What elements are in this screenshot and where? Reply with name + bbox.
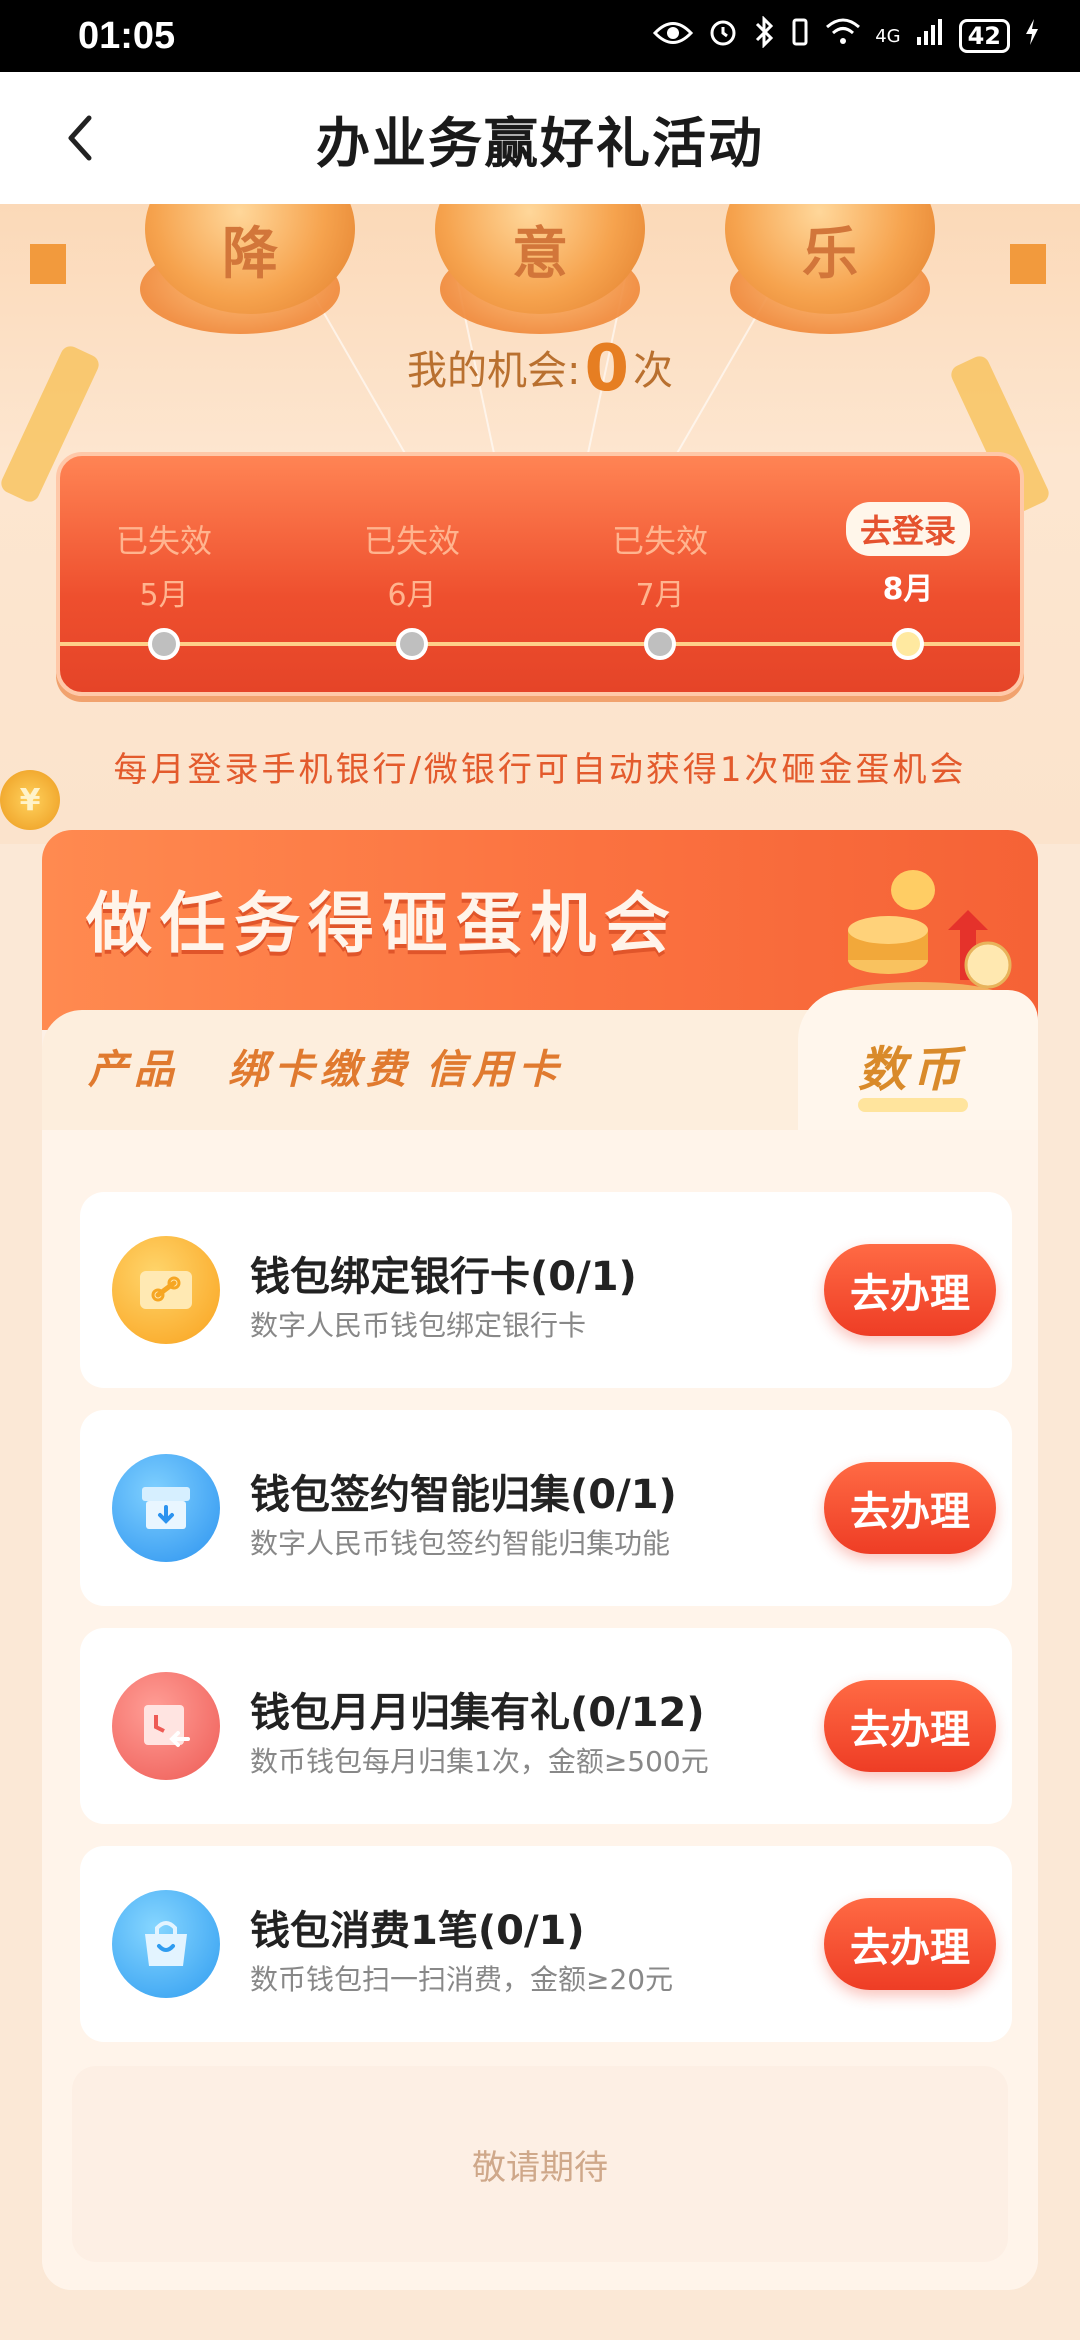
month-label: 8月 bbox=[882, 572, 934, 607]
month-status: 已失效 bbox=[115, 522, 212, 560]
status-time: 01:05 bbox=[78, 14, 176, 57]
month-label: 6月 bbox=[387, 578, 437, 613]
task-title: 钱包绑定银行卡(0/1) bbox=[250, 1254, 637, 1300]
task-desc: 数币钱包每月归集1次，金额≥500元 bbox=[250, 1745, 709, 1778]
cellular-signal-icon bbox=[915, 17, 945, 55]
wifi-icon bbox=[825, 17, 861, 55]
go-handle-button[interactable]: 去办理 bbox=[824, 1898, 996, 1990]
battery-icon: 42 bbox=[958, 19, 1010, 53]
calendar-return-icon bbox=[112, 1672, 220, 1780]
banner-title: 做任务得砸蛋机会 bbox=[86, 885, 678, 962]
month-dot bbox=[644, 628, 676, 660]
tab-products[interactable]: 产品 bbox=[88, 1030, 180, 1110]
month-item-7: 已失效 7月 bbox=[580, 516, 740, 614]
tab-digital-currency[interactable]: 数币 bbox=[858, 1030, 966, 1110]
egg-char: 降 bbox=[222, 221, 278, 287]
month-label: 5月 bbox=[139, 578, 189, 613]
task-title: 钱包月月归集有礼(0/12) bbox=[250, 1690, 705, 1736]
task-panel: 做任务得砸蛋机会 产品 绑卡缴费 信用卡 数币 钱包绑定银行卡(0/1) 数字人… bbox=[42, 830, 1038, 2290]
timeline-line bbox=[60, 642, 1020, 646]
go-handle-button[interactable]: 去办理 bbox=[824, 1680, 996, 1772]
alarm-icon bbox=[707, 16, 739, 56]
task-desc: 数币钱包扫一扫消费，金额≥20元 bbox=[250, 1963, 674, 1996]
month-dot bbox=[148, 628, 180, 660]
egg-char: 意 bbox=[512, 221, 568, 287]
status-bar: 01:05 4G 42 bbox=[0, 0, 1080, 72]
month-label: 7月 bbox=[635, 578, 685, 613]
shopping-bag-icon bbox=[112, 1890, 220, 1998]
my-chances: 我的机会:0 次 bbox=[0, 332, 1080, 406]
coin-symbol: ¥ bbox=[19, 782, 41, 818]
signal-icon: 4G bbox=[875, 25, 901, 47]
monthly-login-timeline: 已失效 5月 已失效 6月 已失效 7月 去登录 8月 bbox=[56, 452, 1024, 696]
inbox-download-icon bbox=[112, 1454, 220, 1562]
card-link-icon bbox=[112, 1236, 220, 1344]
task-item: 钱包月月归集有礼(0/12) 数币钱包每月归集1次，金额≥500元 去办理 bbox=[80, 1628, 1012, 1824]
chevron-left-icon bbox=[68, 115, 92, 161]
go-login-button[interactable]: 去登录 bbox=[845, 502, 970, 556]
chances-label: 我的机会: bbox=[406, 348, 581, 394]
tab-credit-card[interactable]: 信用卡 bbox=[426, 1030, 564, 1110]
task-title: 钱包消费1笔(0/1) bbox=[250, 1908, 585, 1954]
app-header: 办业务赢好礼活动 bbox=[0, 72, 1080, 204]
back-button[interactable] bbox=[50, 108, 110, 168]
flag-decoration bbox=[1010, 244, 1046, 284]
task-item: 钱包签约智能归集(0/1) 数字人民币钱包签约智能归集功能 去办理 bbox=[80, 1410, 1012, 1606]
month-item-6: 已失效 6月 bbox=[332, 516, 492, 614]
flag-decoration bbox=[30, 244, 66, 284]
task-desc: 数字人民币钱包签约智能归集功能 bbox=[250, 1527, 671, 1560]
coin-icon: ¥ bbox=[0, 770, 60, 830]
egg-char: 乐 bbox=[802, 221, 858, 287]
status-icons: 4G 42 bbox=[653, 15, 1040, 56]
eye-icon bbox=[653, 19, 694, 54]
task-desc: 数字人民币钱包绑定银行卡 bbox=[250, 1309, 587, 1342]
go-handle-button[interactable]: 去办理 bbox=[824, 1244, 996, 1336]
page-title: 办业务赢好礼活动 bbox=[316, 111, 764, 175]
month-status: 已失效 bbox=[611, 522, 708, 560]
task-title: 钱包签约智能归集(0/1) bbox=[250, 1472, 677, 1518]
login-rule-note: 每月登录手机银行/微银行可自动获得1次砸金蛋机会 bbox=[113, 750, 967, 790]
task-item: 钱包消费1笔(0/1) 数币钱包扫一扫消费，金额≥20元 去办理 bbox=[80, 1846, 1012, 2042]
tab-bind-card-payment[interactable]: 绑卡缴费 bbox=[228, 1030, 412, 1110]
task-item: 钱包绑定银行卡(0/1) 数字人民币钱包绑定银行卡 去办理 bbox=[80, 1192, 1012, 1388]
month-status: 已失效 bbox=[363, 522, 460, 560]
go-handle-button[interactable]: 去办理 bbox=[824, 1462, 996, 1554]
chances-count: 0 bbox=[584, 332, 629, 406]
chances-unit: 次 bbox=[633, 348, 673, 394]
month-item-5: 已失效 5月 bbox=[84, 516, 244, 614]
coming-soon: 敬请期待 bbox=[72, 2066, 1008, 2262]
month-dot bbox=[396, 628, 428, 660]
month-item-8: 去登录 8月 bbox=[828, 502, 988, 608]
month-dot-active bbox=[892, 628, 924, 660]
bluetooth-icon bbox=[753, 15, 775, 56]
bottom-spacer bbox=[0, 2290, 1080, 2340]
vibrate-icon bbox=[789, 16, 811, 56]
charging-icon bbox=[1024, 17, 1040, 55]
